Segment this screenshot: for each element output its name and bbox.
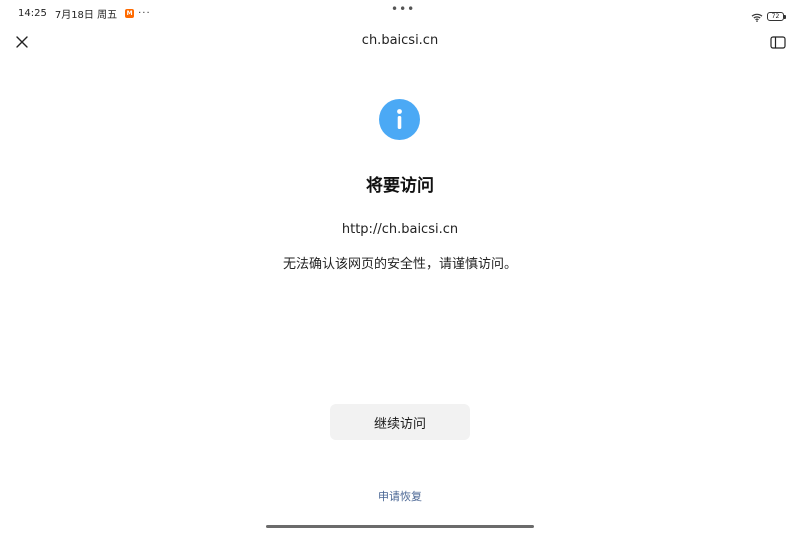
window-handle-icon[interactable]: ••• xyxy=(391,2,415,16)
wifi-icon xyxy=(751,7,763,26)
target-url: http://ch.baicsi.cn xyxy=(341,222,459,237)
sidebar-toggle-icon xyxy=(770,35,786,49)
page-title: ch.baicsi.cn xyxy=(361,33,439,48)
security-warning-text: 无法确认该网页的安全性，请谨慎访问。 xyxy=(282,257,517,272)
status-right: 72 xyxy=(751,7,786,26)
status-left: 14:25 7月18日 周五 M ··· xyxy=(18,6,151,21)
status-date: 7月18日 周五 xyxy=(54,10,118,21)
browser-page: 14:25 7月18日 周五 M ··· ••• 72 ch.baicsi.cn… xyxy=(0,0,800,533)
continue-visit-button[interactable]: 继续访问 xyxy=(330,404,470,440)
home-indicator[interactable] xyxy=(266,525,534,528)
request-restore-link[interactable]: 申请恢复 xyxy=(0,488,800,504)
info-icon xyxy=(379,99,420,140)
status-time: 14:25 xyxy=(18,8,47,19)
app-notification-icon: M xyxy=(125,9,135,18)
sidebar-toggle-button[interactable] xyxy=(768,32,788,52)
nav-bar: ch.baicsi.cn xyxy=(0,27,800,57)
status-more-icon: ··· xyxy=(138,8,151,19)
battery-icon: 72 xyxy=(767,12,786,21)
status-bar: 14:25 7月18日 周五 M ··· ••• 72 xyxy=(0,0,800,26)
warning-heading: 将要访问 xyxy=(366,176,434,196)
